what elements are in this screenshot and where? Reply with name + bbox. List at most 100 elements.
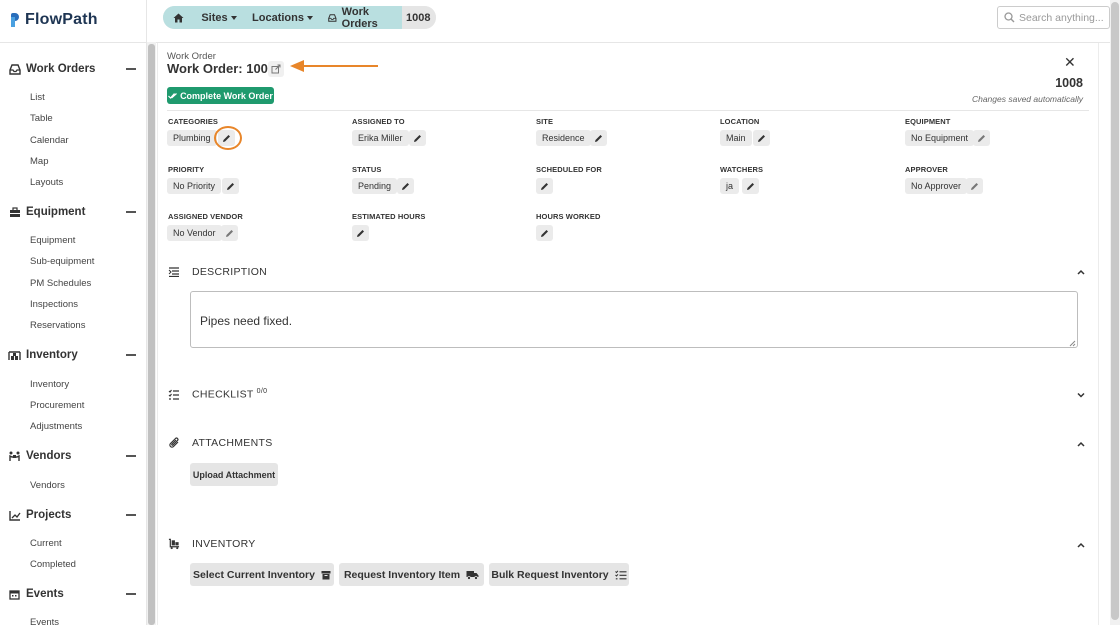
bulk-request-inventory-button[interactable]: Bulk Request Inventory	[489, 563, 629, 586]
assigned-vendor-value: No Vendor	[167, 225, 222, 241]
sidebar-item-table[interactable]: Table	[30, 113, 53, 124]
watchers-value: ja	[720, 178, 740, 194]
sidebar-section-equipment[interactable]: Equipment	[8, 204, 136, 220]
chevron-up-icon[interactable]	[1076, 439, 1086, 449]
sidebar-section-work-orders[interactable]: Work Orders	[8, 61, 136, 77]
sidebar-item-inventory[interactable]: Inventory	[30, 379, 69, 390]
sidebar-section-label: Events	[26, 588, 64, 600]
priority-value: No Priority	[167, 178, 222, 194]
sidebar-item-completed[interactable]: Completed	[30, 559, 76, 570]
edit-watchers-button[interactable]	[742, 178, 759, 194]
sidebar-item-reservations[interactable]: Reservations	[30, 320, 85, 331]
pencil-icon	[971, 182, 978, 190]
search-box[interactable]	[997, 6, 1110, 29]
pencil-icon	[595, 134, 602, 142]
sidebar-section-vendors[interactable]: Vendors	[8, 448, 136, 464]
edit-estimated-hours-button[interactable]	[352, 225, 369, 241]
inbox-icon	[328, 13, 337, 22]
approver-label: APPROVER	[905, 165, 948, 174]
pencil-icon	[402, 182, 409, 190]
edit-assigned-to-button[interactable]	[409, 130, 426, 146]
sidebar-item-sub-equipment[interactable]: Sub-equipment	[30, 256, 94, 267]
sidebar-item-equipment[interactable]: Equipment	[30, 235, 75, 246]
sidebar-item-inspections[interactable]: Inspections	[30, 299, 78, 310]
description-section-header[interactable]: DESCRIPTION	[168, 264, 267, 280]
breadcrumb: Sites Locations Work Orders 1008	[163, 6, 437, 30]
sidebar-item-layouts[interactable]: Layouts	[30, 177, 63, 188]
collapse-icon[interactable]	[126, 354, 136, 356]
collapse-icon[interactable]	[126, 211, 136, 213]
select-current-inventory-button[interactable]: Select Current Inventory	[190, 563, 334, 586]
search-input[interactable]	[1019, 11, 1107, 24]
work-order-number: 1008	[1055, 76, 1083, 90]
sidebar-item-current[interactable]: Current	[30, 538, 62, 549]
sidebar-section-projects[interactable]: Projects	[8, 507, 136, 523]
inventory-title: INVENTORY	[192, 538, 256, 550]
breadcrumb-home[interactable]	[163, 6, 193, 29]
sidebar-item-adjustments[interactable]: Adjustments	[30, 421, 82, 432]
edit-location-button[interactable]	[753, 130, 770, 146]
chevron-down-icon[interactable]	[1076, 390, 1086, 400]
request-inventory-item-button[interactable]: Request Inventory Item	[339, 563, 484, 586]
breadcrumb-locations[interactable]: Locations	[245, 6, 320, 29]
close-icon[interactable]: ✕	[1064, 55, 1076, 71]
caret-down-icon	[306, 15, 313, 20]
categories-value: Plumbing	[167, 130, 217, 146]
chevron-up-icon[interactable]	[1076, 267, 1086, 277]
page-scrollbar-thumb[interactable]	[1111, 2, 1119, 620]
sidebar-section-inventory[interactable]: Inventory	[8, 347, 136, 363]
checklist-title: CHECKLIST	[192, 388, 254, 401]
edit-title-button[interactable]	[268, 61, 284, 77]
breadcrumb-work-orders[interactable]: Work Orders	[320, 6, 402, 30]
estimated-hours-label: ESTIMATED HOURS	[352, 212, 426, 221]
resize-handle-icon[interactable]	[1069, 340, 1076, 347]
sidebar-item-events[interactable]: Events	[30, 617, 59, 625]
edit-assigned-vendor-button[interactable]	[221, 225, 238, 241]
chevron-up-icon[interactable]	[1076, 540, 1086, 550]
sidebar-item-vendors[interactable]: Vendors	[30, 480, 65, 491]
sidebar-scrollbar-thumb[interactable]	[148, 44, 155, 625]
edit-scheduled-for-button[interactable]	[536, 178, 553, 194]
complete-work-order-button[interactable]: Complete Work Order	[167, 87, 274, 104]
sidebar-item-calendar[interactable]: Calendar	[30, 135, 69, 146]
upload-attachment-button[interactable]: Upload Attachment	[190, 463, 278, 486]
sidebar-section-label: Work Orders	[26, 63, 96, 75]
autosave-status: Changes saved automatically	[971, 94, 1083, 104]
complete-work-order-label: Complete Work Order	[180, 90, 273, 101]
breadcrumb-current: 1008	[402, 6, 437, 29]
tasks-icon	[168, 388, 180, 400]
app-logo[interactable]: FlowPath	[11, 11, 98, 29]
assigned-to-label: ASSIGNED TO	[352, 117, 405, 126]
sidebar-section-label: Equipment	[26, 206, 86, 218]
description-textarea[interactable]: Pipes need fixed.	[190, 291, 1078, 348]
edit-approver-button[interactable]	[966, 178, 983, 194]
sidebar-item-pm-schedules[interactable]: PM Schedules	[30, 278, 91, 289]
breadcrumb-sites[interactable]: Sites	[193, 6, 245, 29]
status-value: Pending	[352, 178, 398, 194]
edit-hours-worked-button[interactable]	[536, 225, 553, 241]
sidebar-item-procurement[interactable]: Procurement	[30, 400, 84, 411]
edit-site-button[interactable]	[590, 130, 607, 146]
edit-status-button[interactable]	[397, 178, 414, 194]
collapse-icon[interactable]	[126, 455, 136, 457]
edit-priority-button[interactable]	[222, 178, 239, 194]
annotation-highlight-ring	[214, 126, 242, 150]
pencil-icon	[541, 182, 548, 190]
priority-label: PRIORITY	[168, 165, 205, 174]
description-title: DESCRIPTION	[192, 266, 268, 278]
attachments-section-header[interactable]: ATTACHMENTS	[168, 435, 273, 451]
pencil-icon	[978, 134, 985, 142]
home-icon	[173, 13, 183, 22]
annotation-arrow	[290, 60, 378, 72]
collapse-icon[interactable]	[126, 514, 136, 516]
checklist-section-header[interactable]: CHECKLIST 0/0	[168, 386, 267, 402]
collapse-icon[interactable]	[126, 593, 136, 595]
sidebar-item-list[interactable]: List	[30, 92, 45, 103]
sidebar-section-events[interactable]: Events	[8, 586, 136, 602]
inventory-section-header[interactable]: INVENTORY	[168, 536, 256, 552]
collapse-icon[interactable]	[126, 68, 136, 70]
sidebar-item-map[interactable]: Map	[30, 156, 48, 167]
request-inventory-item-label: Request Inventory Item	[343, 568, 461, 581]
edit-equipment-button[interactable]	[973, 130, 990, 146]
scheduled-for-label: SCHEDULED FOR	[536, 165, 602, 174]
